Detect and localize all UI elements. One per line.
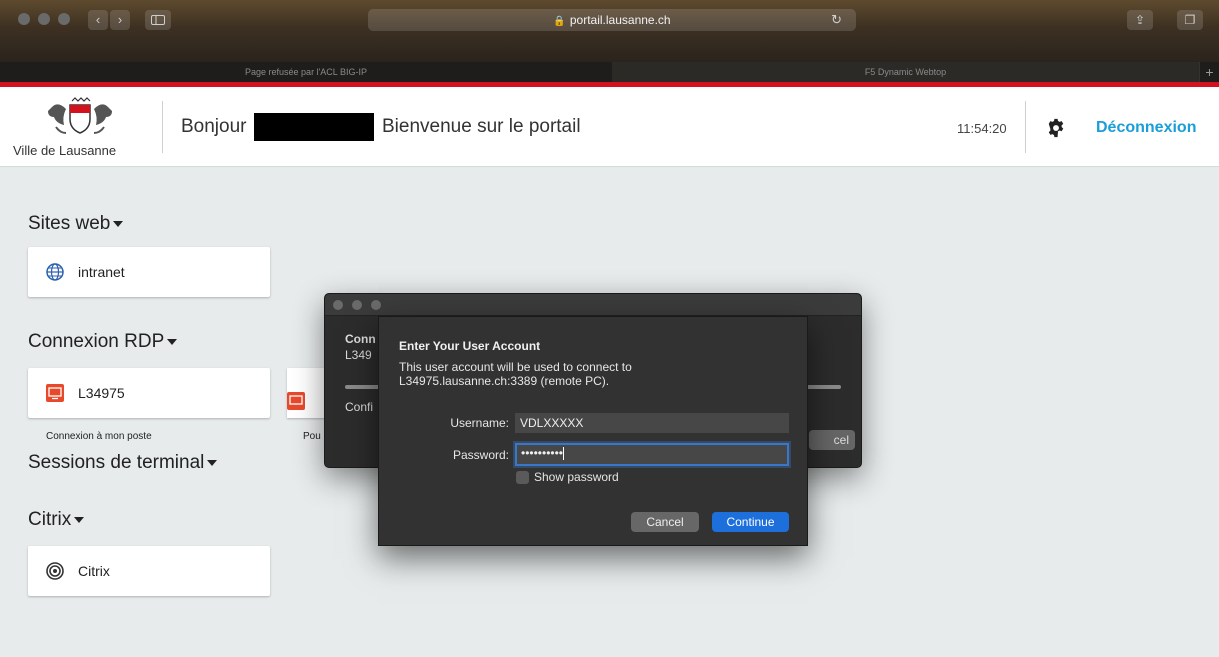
clock: 11:54:20 <box>957 121 1007 136</box>
progress-bar <box>805 385 841 389</box>
caret-down-icon <box>113 220 124 227</box>
card-rdp-l34975[interactable]: L34975 <box>28 368 270 418</box>
lock-icon: 🔒 <box>553 16 566 27</box>
dialog-heading: Conn <box>345 332 376 346</box>
rdp-icon <box>287 392 305 410</box>
greeting: Bonjour <box>181 116 247 137</box>
section-sites-web[interactable]: Sites web <box>28 213 124 235</box>
address-bar[interactable]: 🔒 portail.lausanne.ch ↻ <box>368 9 856 31</box>
share-icon[interactable]: ⇪ <box>1127 10 1153 30</box>
sidebar-icon[interactable] <box>145 10 171 30</box>
username-label: Username: <box>450 416 509 430</box>
redacted-username <box>254 113 374 141</box>
sheet-title: Enter Your User Account <box>399 339 541 353</box>
show-password-checkbox[interactable] <box>516 471 529 484</box>
tab-strip: Page refusée par l'ACL BIG-IP F5 Dynamic… <box>0 62 1219 82</box>
tab-label: Page refusée par l'ACL BIG-IP <box>245 67 367 77</box>
browser-toolbar: ‹ › 🔒 portail.lausanne.ch ↻ ⇪ ❐ <box>0 0 1219 40</box>
gear-icon[interactable] <box>1045 117 1067 139</box>
user-account-sheet: Enter Your User Account This user accoun… <box>378 316 808 546</box>
tab-webtop[interactable]: F5 Dynamic Webtop <box>612 62 1199 82</box>
logo-text: Ville de Lausanne <box>13 143 117 158</box>
section-title: Sites web <box>28 213 111 234</box>
close-window-icon[interactable] <box>18 13 30 25</box>
zoom-window-icon[interactable] <box>58 13 70 25</box>
section-title: Connexion RDP <box>28 331 165 352</box>
caret-down-icon <box>207 459 218 466</box>
portal-header: Ville de Lausanne Bonjour Bienvenue sur … <box>0 87 1219 167</box>
card-label: Citrix <box>78 563 110 579</box>
forward-icon[interactable]: › <box>110 10 130 30</box>
tab-label: F5 Dynamic Webtop <box>864 67 947 77</box>
citrix-icon <box>46 562 64 580</box>
section-title: Citrix <box>28 509 72 530</box>
dialog-cancel-button[interactable]: cel <box>809 430 855 450</box>
dialog-titlebar <box>325 294 861 316</box>
tabs-overview-icon[interactable]: ❐ <box>1177 10 1203 30</box>
new-tab-icon[interactable]: + <box>1199 62 1219 82</box>
card-intranet[interactable]: intranet <box>28 247 270 297</box>
card-citrix[interactable]: Citrix <box>28 546 270 596</box>
header-divider <box>1025 101 1026 153</box>
password-field[interactable]: •••••••••• <box>515 443 789 466</box>
globe-icon <box>46 263 64 281</box>
lausanne-crest-logo <box>48 97 112 134</box>
logout-link[interactable]: Déconnexion <box>1096 119 1196 137</box>
minimize-window-icon[interactable] <box>352 300 362 310</box>
card-caption: Connexion à mon poste <box>46 431 152 442</box>
caret-down-icon <box>167 338 178 345</box>
show-password-label[interactable]: Show password <box>534 470 619 484</box>
close-window-icon[interactable] <box>333 300 343 310</box>
section-citrix[interactable]: Citrix <box>28 509 85 531</box>
header-divider <box>162 101 163 153</box>
minimize-window-icon[interactable] <box>38 13 50 25</box>
cancel-button[interactable]: Cancel <box>631 512 699 532</box>
password-mask: •••••••••• <box>521 446 564 460</box>
tab-acl-denied[interactable]: Page refusée par l'ACL BIG-IP <box>0 62 612 82</box>
dialog-status: Confi <box>345 400 374 414</box>
reload-icon[interactable]: ↻ <box>831 9 842 31</box>
card-label: L34975 <box>78 385 125 401</box>
section-rdp[interactable]: Connexion RDP <box>28 331 178 353</box>
password-label: Password: <box>452 448 509 462</box>
page-title: Bienvenue sur le portail <box>382 116 581 137</box>
browser-titlebar: ‹ › 🔒 portail.lausanne.ch ↻ ⇪ ❐ <box>0 0 1219 62</box>
description-line: L34975.lausanne.ch:3389 (remote PC). <box>399 374 610 388</box>
url-text: portail.lausanne.ch <box>569 13 671 27</box>
username-field[interactable]: VDLXXXXX <box>515 413 789 433</box>
screen: ‹ › 🔒 portail.lausanne.ch ↻ ⇪ ❐ Page refu… <box>0 0 1219 657</box>
card-label: intranet <box>78 264 125 280</box>
sheet-description: This user account will be used to connec… <box>399 360 739 388</box>
dialog-host: L349 <box>345 348 372 362</box>
zoom-window-icon[interactable] <box>371 300 381 310</box>
section-terminal-sessions[interactable]: Sessions de terminal <box>28 452 218 474</box>
description-line: This user account will be used to connec… <box>399 360 632 374</box>
continue-button[interactable]: Continue <box>712 512 789 532</box>
section-title: Sessions de terminal <box>28 452 205 473</box>
text-cursor <box>563 447 565 461</box>
card-caption: Pou <box>303 431 321 442</box>
rdp-icon <box>46 384 64 402</box>
caret-down-icon <box>74 516 85 523</box>
back-icon[interactable]: ‹ <box>88 10 108 30</box>
